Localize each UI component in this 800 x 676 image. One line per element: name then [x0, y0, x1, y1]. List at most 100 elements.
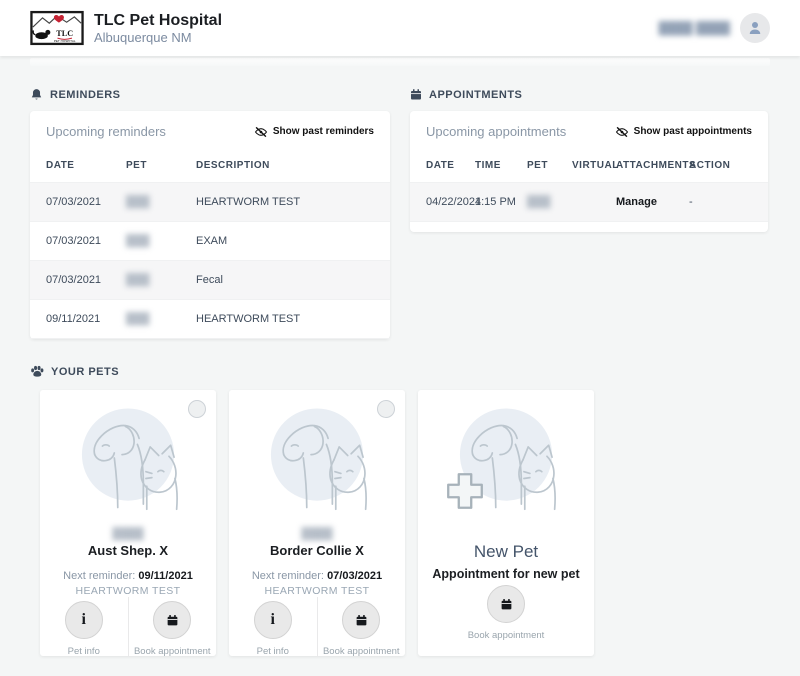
- pet-info-label: Pet info: [257, 646, 289, 657]
- pet-info-label: Pet info: [68, 646, 100, 657]
- reminder-date: 07/03/2021: [30, 261, 126, 300]
- user-avatar[interactable]: [740, 13, 770, 43]
- pet-image: [62, 400, 194, 528]
- col-attachments: ATTACHMENTS: [616, 149, 689, 183]
- col-description: DESCRIPTION: [196, 149, 390, 183]
- book-appointment-button[interactable]: [487, 585, 525, 623]
- clinic-logo: TLC PET HOSPITAL: [30, 10, 84, 46]
- col-pet: PET: [527, 149, 572, 183]
- reminders-table: DATE PET DESCRIPTION 07/03/2021 ███ HEAR…: [30, 149, 390, 339]
- show-past-appointments-button[interactable]: Show past appointments: [615, 126, 752, 138]
- info-icon: i: [271, 611, 275, 629]
- pet-name: ████: [301, 528, 332, 540]
- reminder-pet: ███: [126, 196, 149, 208]
- dog-cat-illustration: [62, 400, 194, 528]
- bell-icon: [30, 88, 43, 101]
- appointments-card: Upcoming appointments Show past appointm…: [410, 111, 768, 232]
- reminder-pet: ███: [126, 313, 149, 325]
- appointment-pet: ███: [527, 196, 550, 208]
- appointment-date: 04/22/2021: [410, 183, 475, 222]
- pet-info-button[interactable]: i: [254, 601, 292, 639]
- col-pet: PET: [126, 149, 196, 183]
- pet-image: [251, 400, 383, 528]
- pet-image: [440, 400, 572, 528]
- pet-next-reminder: Next reminder: 09/11/2021: [63, 570, 193, 582]
- pet-info-button[interactable]: i: [65, 601, 103, 639]
- reminder-row: 09/11/2021 ███ HEARTWORM TEST: [30, 300, 390, 339]
- reminders-section-title: REMINDERS: [50, 89, 121, 101]
- dog-cat-illustration: [251, 400, 383, 528]
- book-appointment-label: Book appointment: [468, 630, 545, 641]
- reminders-section: REMINDERS Upcoming reminders Show past r…: [30, 88, 390, 339]
- pet-next-reminder: Next reminder: 07/03/2021: [252, 570, 382, 582]
- show-past-reminders-button[interactable]: Show past reminders: [254, 126, 374, 138]
- reminder-pet: ███: [126, 235, 149, 247]
- book-appointment-button[interactable]: [153, 601, 191, 639]
- col-time: TIME: [475, 149, 527, 183]
- col-action: ACTION: [689, 149, 768, 183]
- your-pets-section-title: YOUR PETS: [51, 366, 119, 378]
- book-appointment-button[interactable]: [342, 601, 380, 639]
- reminder-date: 07/03/2021: [30, 222, 126, 261]
- calendar-icon: [410, 88, 422, 101]
- appointments-section-header: APPOINTMENTS: [410, 88, 768, 101]
- user-name: ████ ████: [659, 21, 730, 35]
- reminder-description: HEARTWORM TEST: [196, 183, 390, 222]
- eye-slash-icon: [615, 126, 629, 138]
- info-icon: i: [82, 611, 86, 629]
- reminder-description: Fecal: [196, 261, 390, 300]
- reminders-card-title: Upcoming reminders: [46, 124, 166, 139]
- book-appointment-area: Book appointment: [418, 581, 594, 656]
- new-pet-card: New Pet Appointment for new pet Book: [418, 390, 594, 656]
- pet-name: ████: [112, 528, 143, 540]
- reminder-row: 07/03/2021 ███ EXAM: [30, 222, 390, 261]
- pet-card: ████ Border Collie X Next reminder: 07/0…: [229, 390, 405, 656]
- calendar-icon: [166, 614, 179, 627]
- book-appointment-area: Book appointment: [317, 597, 406, 657]
- your-pets-section: YOUR PETS: [30, 365, 770, 656]
- next-reminder-date: 09/11/2021: [138, 570, 192, 582]
- appointment-time: 4:15 PM: [475, 183, 527, 222]
- pet-info-area: i Pet info: [40, 597, 128, 657]
- pet-breed: Border Collie X: [270, 543, 364, 558]
- book-appointment-area: Book appointment: [128, 597, 217, 657]
- col-date: DATE: [410, 149, 475, 183]
- show-past-appointments-label: Show past appointments: [634, 126, 752, 137]
- reminders-section-header: REMINDERS: [30, 88, 390, 101]
- pet-breed: Aust Shep. X: [88, 543, 168, 558]
- reminders-card: Upcoming reminders Show past reminders: [30, 111, 390, 339]
- pet-reminder-type: HEARTWORM TEST: [76, 585, 181, 597]
- plus-icon: [442, 468, 488, 519]
- calendar-icon: [355, 614, 368, 627]
- reminder-row: 07/03/2021 ███ HEARTWORM TEST: [30, 183, 390, 222]
- appointments-table: DATE TIME PET VIRTUAL ATTACHMENTS ACTION…: [410, 149, 768, 222]
- new-pet-subtitle: Appointment for new pet: [432, 567, 579, 581]
- col-virtual: VIRTUAL: [572, 149, 616, 183]
- reminder-date: 09/11/2021: [30, 300, 126, 339]
- svg-text:PET HOSPITAL: PET HOSPITAL: [54, 39, 76, 43]
- calendar-icon: [500, 598, 513, 611]
- book-appointment-label: Book appointment: [134, 646, 211, 657]
- pet-reminder-type: HEARTWORM TEST: [265, 585, 370, 597]
- next-reminder-prefix: Next reminder:: [252, 570, 324, 582]
- appointment-row: 04/22/2021 4:15 PM ███ Manage -: [410, 183, 768, 222]
- reminder-row: 07/03/2021 ███ Fecal: [30, 261, 390, 300]
- your-pets-section-header: YOUR PETS: [30, 365, 770, 378]
- col-date: DATE: [30, 149, 126, 183]
- next-reminder-prefix: Next reminder:: [63, 570, 135, 582]
- pet-card: ████ Aust Shep. X Next reminder: 09/11/2…: [40, 390, 216, 656]
- show-past-reminders-label: Show past reminders: [273, 126, 374, 137]
- appointments-card-title: Upcoming appointments: [426, 124, 566, 139]
- next-reminder-date: 07/03/2021: [327, 570, 382, 582]
- paw-icon: [30, 365, 44, 378]
- eye-slash-icon: [254, 126, 268, 138]
- page-title: TLC Pet Hospital: [94, 11, 222, 30]
- pet-info-area: i Pet info: [229, 597, 317, 657]
- manage-attachments-link[interactable]: Manage: [616, 183, 689, 222]
- appointment-virtual: [572, 183, 616, 222]
- appointments-section: APPOINTMENTS Upcoming appointments Show …: [410, 88, 768, 232]
- dashboard: REMINDERS Upcoming reminders Show past r…: [0, 88, 800, 666]
- appointment-action: -: [689, 183, 768, 222]
- reminder-description: HEARTWORM TEST: [196, 300, 390, 339]
- header-strip: [30, 58, 770, 66]
